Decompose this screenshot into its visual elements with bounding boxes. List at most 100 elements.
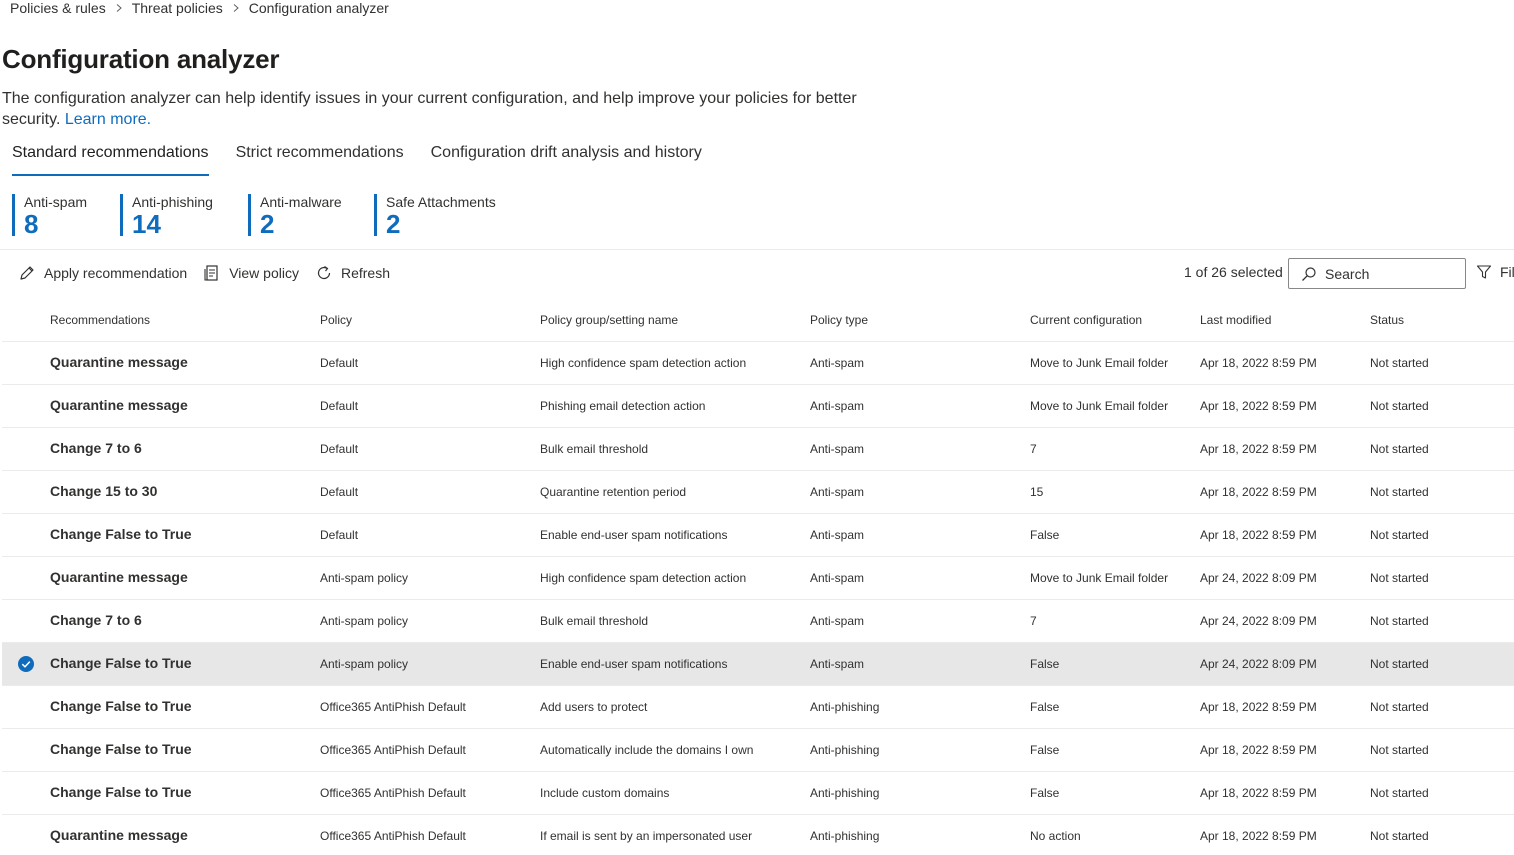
tab-configuration-drift[interactable]: Configuration drift analysis and history	[431, 140, 702, 174]
table-row[interactable]: Change 7 to 6 Anti-spam policy Bulk email …	[2, 600, 1514, 643]
tab-list: Standard recommendations Strict recommen…	[12, 140, 729, 176]
cell-policy-type: Anti-spam	[810, 528, 865, 542]
learn-more-link[interactable]: Learn more.	[65, 111, 151, 128]
counter-anti-malware[interactable]: Anti-malware 2	[248, 194, 342, 239]
column-header-current-configuration[interactable]: Current configuration	[1030, 313, 1142, 327]
column-header-policy-type[interactable]: Policy type	[810, 313, 868, 327]
cell-setting-name: Quarantine retention period	[540, 485, 687, 499]
counter-value: 2	[386, 209, 401, 239]
cell-setting-name: Bulk email threshold	[540, 614, 649, 628]
filter-button[interactable]: Fil	[1476, 264, 1514, 280]
cell-current-configuration: 7	[1030, 442, 1037, 456]
column-header-recommendations[interactable]: Recommendations	[50, 313, 150, 327]
command-bar: Apply recommendation View policy Refresh	[18, 260, 406, 286]
cell-status: Not started	[1370, 786, 1429, 800]
row-checkbox[interactable]	[18, 441, 34, 457]
cell-last-modified: Apr 18, 2022 8:59 PM	[1200, 700, 1317, 714]
recommendations-table: Recommendations Policy Policy group/sett…	[2, 298, 1514, 855]
cell-setting-name: Bulk email threshold	[540, 442, 649, 456]
cell-setting-name: High confidence spam detection action	[540, 356, 747, 370]
counter-label: Anti-phishing	[132, 194, 213, 210]
cell-current-configuration: 15	[1030, 485, 1044, 499]
table-row[interactable]: Change False to True Office365 AntiPhish …	[2, 729, 1514, 772]
row-checkbox[interactable]	[18, 828, 34, 844]
search-input[interactable]	[1325, 265, 1455, 282]
page-title: Configuration analyzer	[2, 44, 280, 74]
chevron-right-icon	[106, 1, 132, 15]
counter-anti-phishing[interactable]: Anti-phishing 14	[120, 194, 213, 239]
row-checkbox[interactable]	[18, 699, 34, 715]
breadcrumb-policies-rules[interactable]: Policies & rules	[10, 0, 106, 16]
table-body: Quarantine message Default High confidence…	[2, 342, 1514, 855]
counter-label: Anti-spam	[24, 194, 88, 210]
table-row[interactable]: Change False to True Default Enable end-us…	[2, 514, 1514, 557]
tab-strict-recommendations[interactable]: Strict recommendations	[236, 140, 404, 174]
counter-value: 8	[24, 209, 39, 239]
row-checkbox[interactable]	[18, 613, 34, 629]
page-description: The configuration analyzer can help iden…	[2, 88, 882, 130]
cell-policy: Anti-spam policy	[320, 571, 409, 585]
table-row[interactable]: Quarantine message Anti-spam policy High c…	[2, 557, 1514, 600]
tab-standard-recommendations[interactable]: Standard recommendations	[12, 140, 209, 176]
cell-status: Not started	[1370, 700, 1429, 714]
cell-setting-name: Phishing email detection action	[540, 399, 706, 413]
table-row[interactable]: Quarantine message Default Phishing email …	[2, 385, 1514, 428]
cell-last-modified: Apr 18, 2022 8:59 PM	[1200, 485, 1317, 499]
row-checkbox[interactable]	[18, 398, 34, 414]
search-box[interactable]	[1288, 258, 1466, 289]
refresh-button[interactable]: Refresh	[315, 264, 390, 282]
table-row[interactable]: Change False to True Anti-spam policy Enab…	[2, 643, 1514, 686]
row-checkbox[interactable]	[18, 742, 34, 758]
table-row[interactable]: Change 15 to 30 Default Quarantine retenti…	[2, 471, 1514, 514]
breadcrumb: Policies & rules Threat policies Configu…	[10, 0, 389, 16]
view-policy-button[interactable]: View policy	[203, 264, 299, 282]
row-checkbox[interactable]	[18, 484, 34, 500]
table-row[interactable]: Quarantine message Default High confidence…	[2, 342, 1514, 385]
search-icon	[1302, 266, 1316, 281]
cell-status: Not started	[1370, 528, 1429, 542]
table-row[interactable]: Quarantine message Office365 AntiPhish De…	[2, 815, 1514, 855]
cell-policy-type: Anti-spam	[810, 442, 865, 456]
counter-value: 2	[260, 209, 275, 239]
cell-recommendation: Quarantine message	[50, 397, 188, 413]
row-checkbox[interactable]	[18, 785, 34, 801]
column-header-setting-name[interactable]: Policy group/setting name	[540, 313, 678, 327]
row-checkbox[interactable]	[18, 570, 34, 586]
cell-recommendation: Change 7 to 6	[50, 440, 142, 456]
column-header-status[interactable]: Status	[1370, 313, 1404, 327]
column-header-last-modified[interactable]: Last modified	[1200, 313, 1271, 327]
checkmark-circle-icon[interactable]	[18, 656, 34, 672]
filter-label: Fil	[1500, 264, 1514, 280]
row-checkbox[interactable]	[18, 527, 34, 543]
row-checkbox[interactable]	[18, 355, 34, 371]
refresh-icon	[317, 266, 331, 280]
apply-recommendation-label: Apply recommendation	[44, 265, 188, 281]
table-row[interactable]: Change 7 to 6 Default Bulk email threshold…	[2, 428, 1514, 471]
chevron-right-icon	[223, 1, 249, 15]
cell-policy-type: Anti-spam	[810, 485, 865, 499]
counter-value: 14	[132, 209, 161, 239]
cell-status: Not started	[1370, 614, 1429, 628]
apply-recommendation-button[interactable]: Apply recommendation	[18, 264, 187, 282]
cell-policy: Default	[320, 399, 359, 413]
cell-recommendation: Change False to True	[50, 526, 192, 542]
cell-policy: Office365 AntiPhish Default	[320, 743, 466, 757]
cell-setting-name: Automatically include the domains I own	[540, 743, 754, 757]
cell-setting-name: If email is sent by an impersonated user	[540, 829, 753, 843]
cell-policy: Office365 AntiPhish Default	[320, 700, 466, 714]
cell-status: Not started	[1370, 743, 1429, 757]
cell-setting-name: Include custom domains	[540, 786, 670, 800]
counter-safe-attachments[interactable]: Safe Attachments 2	[374, 194, 496, 239]
cell-last-modified: Apr 18, 2022 8:59 PM	[1200, 786, 1317, 800]
cell-status: Not started	[1370, 356, 1429, 370]
cell-recommendation: Change False to True	[50, 784, 192, 800]
cell-status: Not started	[1370, 399, 1429, 413]
table-row[interactable]: Change False to True Office365 AntiPhish …	[2, 686, 1514, 729]
table-row[interactable]: Change False to True Office365 AntiPhish …	[2, 772, 1514, 815]
cell-last-modified: Apr 24, 2022 8:09 PM	[1200, 614, 1317, 628]
column-header-policy[interactable]: Policy	[320, 313, 352, 327]
counter-anti-spam[interactable]: Anti-spam 8	[12, 194, 88, 239]
cell-current-configuration: 7	[1030, 614, 1037, 628]
breadcrumb-threat-policies[interactable]: Threat policies	[132, 0, 223, 16]
cell-status: Not started	[1370, 571, 1429, 585]
